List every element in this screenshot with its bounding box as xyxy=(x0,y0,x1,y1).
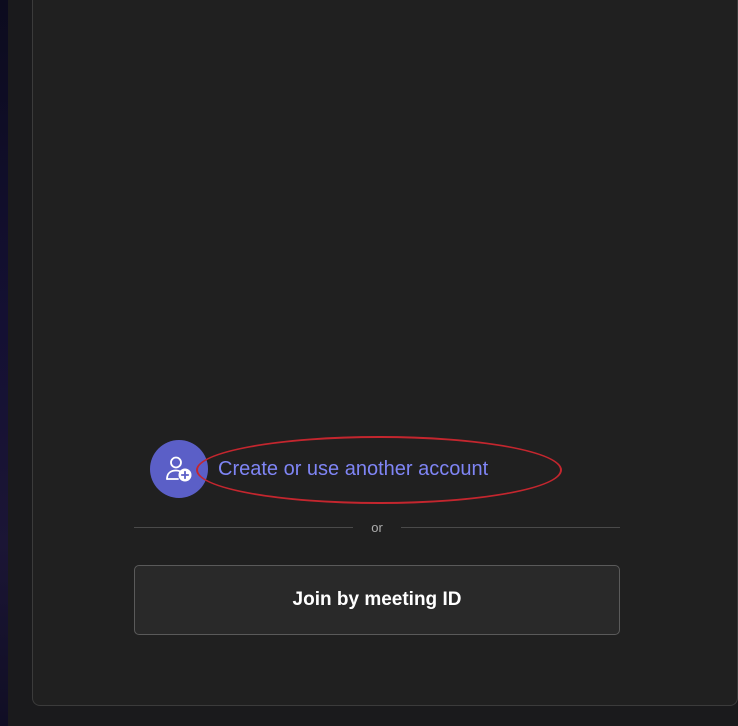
or-divider: or xyxy=(134,515,620,539)
person-add-icon xyxy=(150,440,208,498)
divider-line-right xyxy=(400,526,620,528)
create-account-option[interactable]: Create or use another account xyxy=(150,440,488,498)
divider-line-left xyxy=(134,526,354,528)
divider-text: or xyxy=(371,519,383,535)
create-account-link[interactable]: Create or use another account xyxy=(218,458,488,481)
join-by-meeting-id-button[interactable]: Join by meeting ID xyxy=(134,565,620,635)
